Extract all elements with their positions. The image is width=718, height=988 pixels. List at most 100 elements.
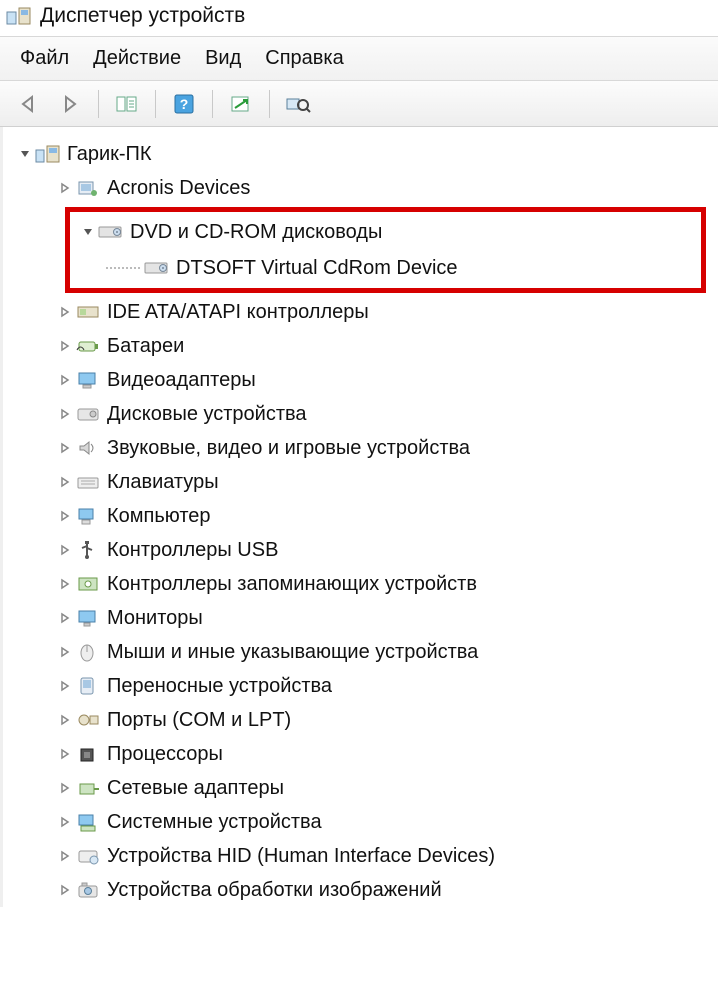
window-title: Диспетчер устройств <box>40 4 245 28</box>
tree-item-label: Клавиатуры <box>107 471 219 494</box>
tree-item-label: Устройства обработки изображений <box>107 879 442 902</box>
tree-item-label: Компьютер <box>107 505 211 528</box>
expander-closed-icon[interactable] <box>57 542 73 558</box>
keyboard-icon <box>75 471 101 493</box>
tree-item[interactable]: Клавиатуры <box>11 465 716 499</box>
properties-button[interactable] <box>225 88 257 120</box>
tree-item[interactable]: Видеоадаптеры <box>11 363 716 397</box>
tree-item[interactable]: Системные устройства <box>11 805 716 839</box>
tree-item-label: DTSOFT Virtual CdRom Device <box>176 257 458 280</box>
menu-action[interactable]: Действие <box>93 47 181 70</box>
portable-icon <box>75 675 101 697</box>
menu-help[interactable]: Справка <box>265 47 343 70</box>
expander-closed-icon[interactable] <box>57 372 73 388</box>
expander-closed-icon[interactable] <box>57 882 73 898</box>
expander-closed-icon[interactable] <box>57 474 73 490</box>
expander-closed-icon[interactable] <box>57 180 73 196</box>
show-hide-tree-button[interactable] <box>111 88 143 120</box>
tree-item-label: Мониторы <box>107 607 203 630</box>
expander-closed-icon[interactable] <box>57 406 73 422</box>
tree-item[interactable]: Устройства обработки изображений <box>11 873 716 907</box>
tree-item[interactable]: Контроллеры USB <box>11 533 716 567</box>
svg-text:?: ? <box>180 96 189 112</box>
tree-item-acronis[interactable]: Acronis Devices <box>11 171 716 205</box>
tree-item-label: Процессоры <box>107 743 223 766</box>
expander-open-icon[interactable] <box>17 146 33 162</box>
sound-icon <box>75 437 101 459</box>
tree-item-label: Видеоадаптеры <box>107 369 256 392</box>
tree-item-dtsoft-virtual[interactable]: DTSOFT Virtual CdRom Device <box>70 250 701 286</box>
tree-item-label: Батареи <box>107 335 184 358</box>
hid-icon <box>75 845 101 867</box>
tree-item-label: Дисковые устройства <box>107 403 307 426</box>
menubar: Файл Действие Вид Справка <box>0 36 718 81</box>
network-icon <box>75 777 101 799</box>
expander-closed-icon[interactable] <box>57 576 73 592</box>
expander-closed-icon[interactable] <box>57 644 73 660</box>
tree-item-label: Системные устройства <box>107 811 322 834</box>
tree-item[interactable]: Компьютер <box>11 499 716 533</box>
menu-file[interactable]: Файл <box>20 47 69 70</box>
device-icon <box>75 177 101 199</box>
expander-closed-icon[interactable] <box>57 610 73 626</box>
tree-root[interactable]: Гарик-ПК <box>11 137 716 171</box>
battery-icon <box>75 335 101 357</box>
app-icon <box>6 6 32 26</box>
device-tree: Гарик-ПК Acronis Devices DVD и CD-ROM ди… <box>0 127 718 907</box>
expander-closed-icon[interactable] <box>57 848 73 864</box>
tree-item-label: IDE ATA/ATAPI контроллеры <box>107 301 369 324</box>
menu-view[interactable]: Вид <box>205 47 241 70</box>
expander-closed-icon[interactable] <box>57 304 73 320</box>
toolbar-separator <box>155 90 156 118</box>
system-icon <box>75 811 101 833</box>
toolbar-separator <box>98 90 99 118</box>
tree-item[interactable]: Батареи <box>11 329 716 363</box>
expander-closed-icon[interactable] <box>57 508 73 524</box>
tree-item[interactable]: Дисковые устройства <box>11 397 716 431</box>
tree-item[interactable]: IDE ATA/ATAPI контроллеры <box>11 295 716 329</box>
tree-item[interactable]: Сетевые адаптеры <box>11 771 716 805</box>
expander-closed-icon[interactable] <box>57 780 73 796</box>
tree-item-label: Сетевые адаптеры <box>107 777 284 800</box>
computer-icon <box>35 143 61 165</box>
tree-item-label: Acronis Devices <box>107 177 250 200</box>
tree-item[interactable]: Переносные устройства <box>11 669 716 703</box>
imaging-icon <box>75 879 101 901</box>
expander-closed-icon[interactable] <box>57 440 73 456</box>
expander-closed-icon[interactable] <box>57 712 73 728</box>
tree-item[interactable]: Звуковые, видео и игровые устройства <box>11 431 716 465</box>
tree-item-label: Переносные устройства <box>107 675 332 698</box>
port-icon <box>75 709 101 731</box>
toolbar-separator <box>269 90 270 118</box>
expander-open-icon[interactable] <box>80 224 96 240</box>
tree-item[interactable]: Контроллеры запоминающих устройств <box>11 567 716 601</box>
expander-closed-icon[interactable] <box>57 746 73 762</box>
expander-closed-icon[interactable] <box>57 678 73 694</box>
ide-icon <box>75 301 101 323</box>
expander-closed-icon[interactable] <box>57 338 73 354</box>
tree-item-label: Контроллеры USB <box>107 539 278 562</box>
tree-connector <box>106 267 140 269</box>
cdrom-icon <box>98 221 124 243</box>
tree-item-label: Контроллеры запоминающих устройств <box>107 573 477 596</box>
expander-closed-icon[interactable] <box>57 814 73 830</box>
back-button[interactable] <box>14 88 46 120</box>
tree-item-dvd-cdrom[interactable]: DVD и CD-ROM дисководы <box>70 214 701 250</box>
cdrom-icon <box>144 257 170 279</box>
scan-hardware-button[interactable] <box>282 88 314 120</box>
storage-icon <box>75 573 101 595</box>
forward-button[interactable] <box>54 88 86 120</box>
toolbar: ? <box>0 81 718 127</box>
tree-item[interactable]: Устройства HID (Human Interface Devices) <box>11 839 716 873</box>
monitor-icon <box>75 607 101 629</box>
disk-icon <box>75 403 101 425</box>
tree-item[interactable]: Мыши и иные указывающие устройства <box>11 635 716 669</box>
help-button[interactable]: ? <box>168 88 200 120</box>
computer-icon <box>75 505 101 527</box>
tree-item-label: Порты (COM и LPT) <box>107 709 291 732</box>
tree-item-label: DVD и CD-ROM дисководы <box>130 221 382 244</box>
tree-item[interactable]: Порты (COM и LPT) <box>11 703 716 737</box>
tree-item[interactable]: Мониторы <box>11 601 716 635</box>
tree-root-label: Гарик-ПК <box>67 143 152 166</box>
tree-item[interactable]: Процессоры <box>11 737 716 771</box>
